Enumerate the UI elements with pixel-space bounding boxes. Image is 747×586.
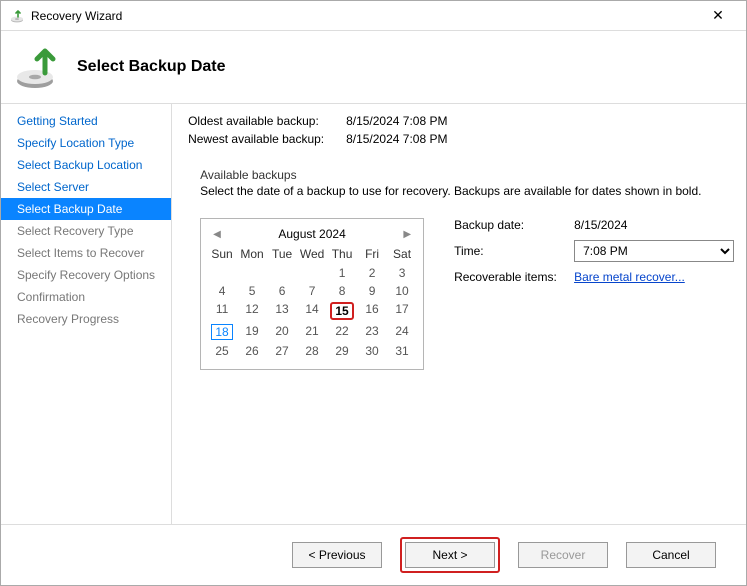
next-button[interactable]: Next >: [405, 542, 495, 568]
window-title: Recovery Wizard: [31, 9, 698, 23]
calendar-day[interactable]: 16: [357, 301, 387, 321]
available-backups-legend: Available backups: [200, 168, 734, 182]
content-area: Oldest available backup: 8/15/2024 7:08 …: [172, 104, 747, 524]
time-label: Time:: [454, 244, 574, 258]
calendar-day[interactable]: 7: [297, 283, 327, 299]
calendar-dow: Mon: [237, 247, 267, 263]
close-icon[interactable]: ✕: [698, 7, 738, 24]
calendar-day: [237, 265, 267, 281]
newest-backup-row: Newest available backup: 8/15/2024 7:08 …: [188, 132, 746, 146]
sidebar-step[interactable]: Getting Started: [1, 110, 171, 132]
calendar-prev-icon[interactable]: ◀: [209, 229, 225, 240]
calendar-day[interactable]: 9: [357, 283, 387, 299]
sidebar-step[interactable]: Select Backup Location: [1, 154, 171, 176]
calendar-day[interactable]: 2: [357, 265, 387, 281]
calendar-day[interactable]: 10: [387, 283, 417, 299]
backup-date-label: Backup date:: [454, 218, 574, 232]
backup-date-value: 8/15/2024: [574, 218, 627, 232]
calendar-day[interactable]: 1: [327, 265, 357, 281]
calendar-day[interactable]: 17: [387, 301, 417, 321]
calendar[interactable]: ◀ August 2024 ▶ SunMonTueWedThuFriSat123…: [200, 218, 424, 370]
calendar-day[interactable]: 25: [207, 343, 237, 359]
newest-backup-value: 8/15/2024 7:08 PM: [346, 132, 447, 146]
calendar-day[interactable]: 27: [267, 343, 297, 359]
calendar-day[interactable]: 15: [327, 301, 357, 321]
calendar-dow: Tue: [267, 247, 297, 263]
calendar-day: [267, 265, 297, 281]
calendar-day[interactable]: 6: [267, 283, 297, 299]
sidebar-step: Select Recovery Type: [1, 220, 171, 242]
calendar-day[interactable]: 21: [297, 323, 327, 341]
calendar-day[interactable]: 13: [267, 301, 297, 321]
recovery-header-icon: [15, 43, 63, 91]
calendar-dow: Thu: [327, 247, 357, 263]
calendar-next-icon[interactable]: ▶: [399, 229, 415, 240]
calendar-day[interactable]: 4: [207, 283, 237, 299]
recoverable-items-label: Recoverable items:: [454, 270, 574, 284]
calendar-day[interactable]: 26: [237, 343, 267, 359]
calendar-dow: Fri: [357, 247, 387, 263]
calendar-day: [207, 265, 237, 281]
sidebar-step: Specify Recovery Options: [1, 264, 171, 286]
calendar-day[interactable]: 5: [237, 283, 267, 299]
oldest-backup-value: 8/15/2024 7:08 PM: [346, 114, 447, 128]
cancel-button[interactable]: Cancel: [626, 542, 716, 568]
recoverable-items-link[interactable]: Bare metal recover...: [574, 270, 685, 284]
calendar-day[interactable]: 22: [327, 323, 357, 341]
oldest-backup-label: Oldest available backup:: [188, 114, 328, 128]
calendar-day[interactable]: 11: [207, 301, 237, 321]
calendar-day[interactable]: 3: [387, 265, 417, 281]
calendar-day[interactable]: 29: [327, 343, 357, 359]
available-backups-group: Available backups Select the date of a b…: [188, 158, 746, 388]
sidebar-step[interactable]: Select Backup Date: [1, 198, 171, 220]
oldest-backup-row: Oldest available backup: 8/15/2024 7:08 …: [188, 114, 746, 128]
wizard-sidebar: Getting StartedSpecify Location TypeSele…: [1, 104, 172, 524]
previous-button[interactable]: < Previous: [292, 542, 382, 568]
time-select[interactable]: 7:08 PM: [574, 240, 734, 262]
calendar-day[interactable]: 31: [387, 343, 417, 359]
calendar-day[interactable]: 20: [267, 323, 297, 341]
sidebar-step[interactable]: Select Server: [1, 176, 171, 198]
calendar-day[interactable]: 19: [237, 323, 267, 341]
calendar-title: August 2024: [278, 227, 345, 241]
calendar-day[interactable]: 8: [327, 283, 357, 299]
sidebar-step: Recovery Progress: [1, 308, 171, 330]
header: Select Backup Date: [1, 31, 746, 103]
footer: < Previous Next > Recover Cancel: [1, 525, 746, 585]
next-highlight: Next >: [400, 537, 500, 573]
backup-details: Backup date: 8/15/2024 Time: 7:08 PM Rec…: [454, 218, 734, 292]
calendar-day[interactable]: 23: [357, 323, 387, 341]
calendar-dow: Sat: [387, 247, 417, 263]
recover-button: Recover: [518, 542, 608, 568]
calendar-day[interactable]: 30: [357, 343, 387, 359]
calendar-day[interactable]: 12: [237, 301, 267, 321]
available-backups-desc: Select the date of a backup to use for r…: [200, 184, 734, 198]
calendar-day[interactable]: 18: [207, 323, 237, 341]
calendar-day: [297, 265, 327, 281]
sidebar-step: Select Items to Recover: [1, 242, 171, 264]
sidebar-step: Confirmation: [1, 286, 171, 308]
calendar-grid: SunMonTueWedThuFriSat1234567891011121314…: [207, 247, 417, 359]
middle-area: Getting StartedSpecify Location TypeSele…: [1, 104, 746, 524]
calendar-day[interactable]: 24: [387, 323, 417, 341]
sidebar-step[interactable]: Specify Location Type: [1, 132, 171, 154]
titlebar: Recovery Wizard ✕: [1, 1, 746, 31]
newest-backup-label: Newest available backup:: [188, 132, 328, 146]
calendar-dow: Sun: [207, 247, 237, 263]
recovery-wizard-icon: [9, 8, 25, 24]
calendar-dow: Wed: [297, 247, 327, 263]
page-title: Select Backup Date: [77, 58, 226, 76]
calendar-day[interactable]: 28: [297, 343, 327, 359]
calendar-day[interactable]: 14: [297, 301, 327, 321]
